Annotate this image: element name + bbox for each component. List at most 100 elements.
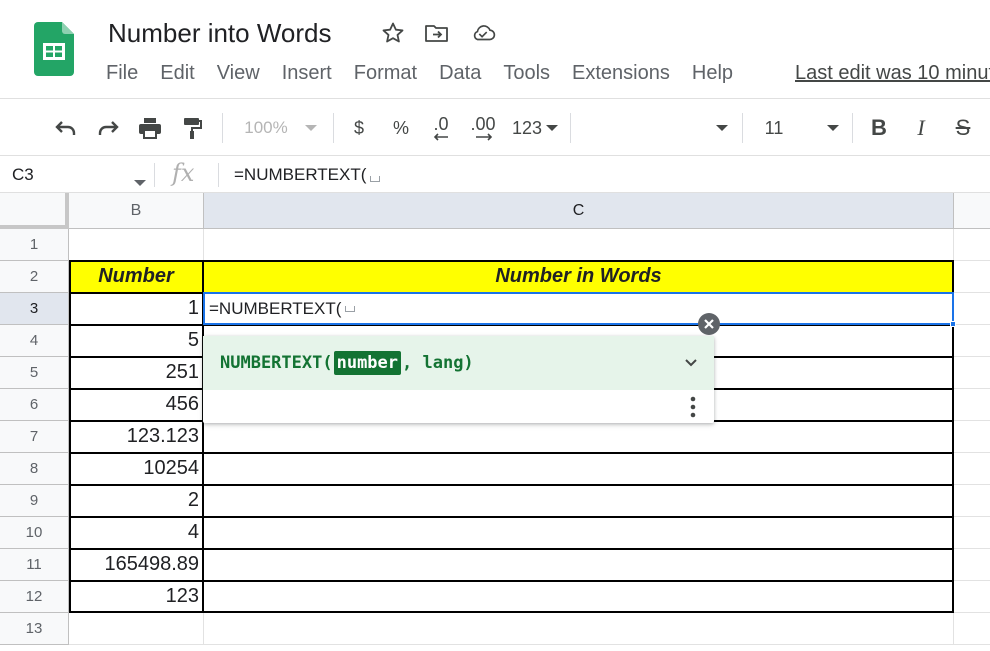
cell-c[interactable] (204, 549, 954, 581)
percent-format-button[interactable]: % (390, 113, 412, 143)
cell-c[interactable] (204, 517, 954, 549)
undo-icon[interactable] (52, 113, 80, 143)
cell-d[interactable] (954, 517, 990, 549)
name-box-caret-icon[interactable] (134, 173, 146, 191)
row-header[interactable]: 5 (0, 357, 69, 389)
font-family-select[interactable] (580, 113, 730, 143)
strikethrough-button[interactable]: S (950, 113, 976, 143)
row-header[interactable]: 12 (0, 581, 69, 613)
more-formats-label: 123 (511, 117, 543, 138)
star-icon[interactable] (380, 20, 406, 46)
select-all-corner[interactable] (0, 193, 69, 229)
column-header-c[interactable]: C (204, 193, 954, 229)
row-header[interactable]: 7 (0, 421, 69, 453)
cell-c[interactable] (204, 229, 954, 261)
cell-c[interactable] (204, 453, 954, 485)
row-header[interactable]: 6 (0, 389, 69, 421)
cell-c[interactable] (204, 581, 954, 613)
cell-number-value[interactable]: 123 (69, 581, 204, 613)
menu-edit[interactable]: Edit (160, 62, 194, 88)
arrow-left-icon (433, 133, 448, 141)
active-cell-text: =NUMBERTEXT( (209, 298, 342, 318)
menu-help[interactable]: Help (692, 62, 733, 88)
cell-b[interactable] (69, 613, 204, 645)
row-header[interactable]: 3 (0, 293, 69, 325)
cell-d[interactable] (954, 293, 990, 325)
header-cell-number-in-words[interactable]: Number in Words (204, 261, 954, 293)
cell-number-value[interactable]: 456 (69, 389, 204, 421)
row-header[interactable]: 1 (0, 229, 69, 261)
cell-d[interactable] (954, 261, 990, 293)
cell-d[interactable] (954, 581, 990, 613)
cell-number-value[interactable]: 10254 (69, 453, 204, 485)
menu-file[interactable]: File (106, 62, 138, 88)
currency-format-button[interactable]: $ (348, 113, 370, 143)
cell-b[interactable] (69, 229, 204, 261)
cell-d[interactable] (954, 549, 990, 581)
row-header[interactable]: 4 (0, 325, 69, 357)
column-header-d[interactable] (954, 193, 990, 229)
cell-c[interactable] (204, 613, 954, 645)
row-header[interactable]: 13 (0, 613, 69, 645)
font-size-caret-icon[interactable] (826, 113, 840, 143)
cell-number-value[interactable]: 2 (69, 485, 204, 517)
document-title[interactable]: Number into Words (108, 18, 332, 49)
italic-button[interactable]: I (908, 113, 934, 143)
active-cell-editor[interactable]: =NUMBERTEXT( (203, 292, 954, 325)
name-box[interactable]: C3 (12, 165, 34, 185)
cell-number-value[interactable]: 251 (69, 357, 204, 389)
cell-d[interactable] (954, 421, 990, 453)
formula-help-signature[interactable]: NUMBERTEXT(number, lang) (203, 336, 714, 390)
menu-data[interactable]: Data (439, 62, 481, 88)
move-to-folder-icon[interactable] (424, 20, 450, 46)
zoom-value[interactable]: 100% (242, 113, 290, 143)
row-header[interactable]: 9 (0, 485, 69, 517)
row-header[interactable]: 2 (0, 261, 69, 293)
sheets-logo-icon[interactable] (34, 22, 74, 76)
toolbar-separator (570, 113, 571, 143)
cell-number-value[interactable]: 165498.89 (69, 549, 204, 581)
more-vert-icon[interactable] (690, 396, 696, 418)
cell-d[interactable] (954, 485, 990, 517)
toolbar: 100% $ % .0 .00 123 11 B I S (0, 98, 990, 156)
more-formats-button[interactable]: 123 (510, 113, 560, 143)
row-header[interactable]: 8 (0, 453, 69, 485)
cloud-saved-icon[interactable] (470, 20, 496, 46)
cell-c[interactable] (204, 421, 954, 453)
bold-button[interactable]: B (866, 113, 892, 143)
formula-input[interactable]: =NUMBERTEXT( (234, 165, 381, 185)
row-header[interactable]: 10 (0, 517, 69, 549)
chevron-down-icon[interactable] (682, 354, 700, 372)
column-header-b[interactable]: B (69, 193, 204, 229)
fill-handle[interactable] (950, 321, 956, 327)
cell-number-value[interactable]: 4 (69, 517, 204, 549)
menu-format[interactable]: Format (354, 62, 417, 88)
cell-d[interactable] (954, 389, 990, 421)
zoom-caret-icon[interactable] (304, 113, 318, 143)
menu-extensions[interactable]: Extensions (572, 62, 670, 88)
menu-insert[interactable]: Insert (282, 62, 332, 88)
cell-number-value[interactable]: 5 (69, 325, 204, 357)
close-icon[interactable] (698, 313, 720, 335)
table-row-divider (69, 580, 954, 582)
cell-d[interactable] (954, 613, 990, 645)
paint-format-icon[interactable] (178, 113, 206, 143)
cell-d[interactable] (954, 229, 990, 261)
cell-number-value[interactable]: 1 (69, 293, 204, 325)
cell-d[interactable] (954, 453, 990, 485)
cell-number-value[interactable]: 123.123 (69, 421, 204, 453)
last-edit-link[interactable]: Last edit was 10 minutes ago (795, 62, 990, 85)
cell-d[interactable] (954, 325, 990, 357)
print-icon[interactable] (136, 113, 164, 143)
header-cell-number[interactable]: Number (69, 261, 204, 293)
row-header[interactable]: 11 (0, 549, 69, 581)
table-row-divider (69, 516, 954, 518)
menu-tools[interactable]: Tools (503, 62, 550, 88)
increase-decimal-button[interactable]: .00 (466, 113, 500, 143)
menu-view[interactable]: View (217, 62, 260, 88)
cell-d[interactable] (954, 357, 990, 389)
font-size-value[interactable]: 11 (762, 113, 786, 143)
decrease-decimal-button[interactable]: .0 (426, 113, 456, 143)
redo-icon[interactable] (94, 113, 122, 143)
cell-c[interactable] (204, 485, 954, 517)
